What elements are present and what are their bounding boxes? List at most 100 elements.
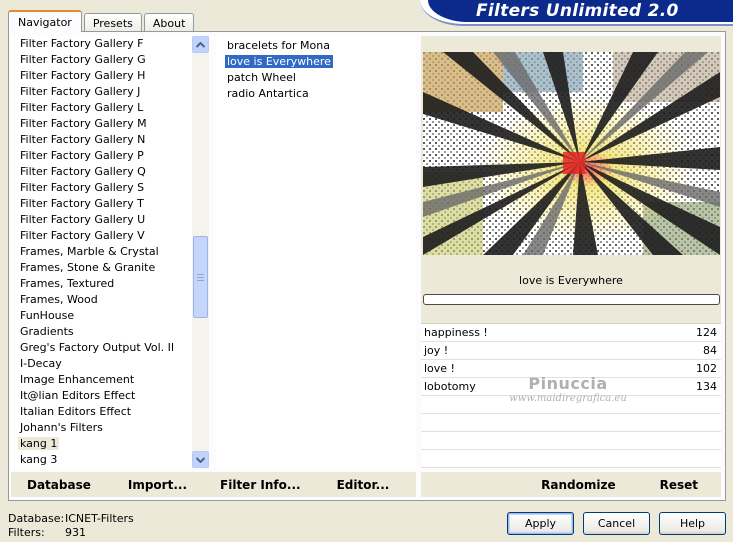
category-item-label: Filter Factory Gallery P [20,149,144,162]
category-scrollbar[interactable] [192,36,209,468]
category-item-label: Gradients [20,325,74,338]
category-item-label: Johann's Filters [20,421,103,434]
category-item[interactable]: Frames, Textured [11,276,209,292]
category-item-label: Frames, Marble & Crystal [20,245,159,258]
category-item[interactable]: Filter Factory Gallery H [11,68,209,84]
category-item[interactable]: Italian Editors Effect [11,404,209,420]
parameter-row[interactable]: lobotomy 134 [421,378,721,396]
category-item[interactable]: It@lian Editors Effect [11,388,209,404]
category-item[interactable]: Gradients [11,324,209,340]
filter-name-label: love is Everywhere [519,274,623,287]
category-item-label: kang 3 [20,453,58,466]
app-title: Filters Unlimited 2.0 [428,0,733,22]
preview-image-graphic [423,52,720,255]
category-item[interactable]: Johann's Filters [11,420,209,436]
parameter-name: love ! [424,362,455,375]
category-item[interactable]: Filter Factory Gallery V [11,228,209,244]
right-toolbar: Randomize Reset [421,472,721,497]
preview-image [423,52,720,255]
category-item[interactable]: Frames, Marble & Crystal [11,244,209,260]
category-item-label: Frames, Wood [20,293,98,306]
database-value: ICNET-Filters [65,512,134,525]
category-item[interactable]: Filter Factory Gallery U [11,212,209,228]
category-item[interactable]: Filter Factory Gallery J [11,84,209,100]
filter-item[interactable]: love is Everywhere [216,54,416,70]
category-item-label: Filter Factory Gallery U [20,213,146,226]
category-item-label: It@lian Editors Effect [20,389,136,402]
database-button[interactable]: Database [27,478,91,492]
category-item[interactable]: Filter Factory Gallery P [11,148,209,164]
category-item-label: Filter Factory Gallery H [20,69,146,82]
scroll-thumb[interactable] [193,236,208,318]
category-item-label: kang 1 [18,437,60,450]
category-item-label: Greg's Factory Output Vol. II [20,341,175,354]
filter-item-label: radio Antartica [227,87,309,100]
filter-info-button[interactable]: Filter Info... [220,478,301,492]
category-item-label: Italian Editors Effect [20,405,132,418]
chevron-down-icon [196,456,205,463]
parameter-row[interactable]: love ! 102 [421,360,721,378]
category-item[interactable]: Filter Factory Gallery S [11,180,209,196]
category-item[interactable]: Filter Factory Gallery N [11,132,209,148]
category-item[interactable]: Filter Factory Gallery M [11,116,209,132]
filter-item[interactable]: patch Wheel [216,70,416,86]
category-item-label: Frames, Stone & Granite [20,261,156,274]
database-label: Database: [8,512,65,525]
parameter-row-empty [421,432,721,450]
category-item[interactable]: Filter Factory Gallery T [11,196,209,212]
scroll-down-button[interactable] [192,451,209,468]
filters-count: 931 [65,526,86,539]
category-item[interactable]: Frames, Wood [11,292,209,308]
category-item-label: Filter Factory Gallery J [20,85,141,98]
tab-presets[interactable]: Presets [83,13,142,32]
category-item-label: Frames, Textured [20,277,115,290]
category-item[interactable]: kang 3 [11,452,209,468]
database-info: Database: ICNET-Filters Filters: 931 [8,512,134,540]
category-item[interactable]: Frames, Stone & Granite [11,260,209,276]
apply-button[interactable]: Apply [507,512,574,535]
randomize-button[interactable]: Randomize [541,478,615,492]
parameter-items: happiness ! 124 joy ! 84 love ! 102 lobotomy 13… [421,324,721,396]
parameter-value: 102 [696,362,717,375]
filter-item[interactable]: radio Antartica [216,86,416,102]
category-item[interactable]: Filter Factory Gallery L [11,100,209,116]
cancel-button[interactable]: Cancel [583,512,650,535]
parameter-list: happiness ! 124 joy ! 84 love ! 102 lobotomy 13… [421,323,721,468]
category-item-label: Filter Factory Gallery T [20,197,144,210]
filter-item-label: patch Wheel [227,71,296,84]
filter-item[interactable]: bracelets for Mona [216,38,416,54]
scroll-up-button[interactable] [192,36,209,53]
category-item-label: Filter Factory Gallery N [20,133,146,146]
category-item[interactable]: FunHouse [11,308,209,324]
category-item-label: Filter Factory Gallery G [20,53,146,66]
parameter-name: happiness ! [424,326,488,339]
help-button[interactable]: Help [659,512,726,535]
category-item[interactable]: Filter Factory Gallery Q [11,164,209,180]
reset-button[interactable]: Reset [660,478,698,492]
category-item[interactable]: I-Decay [11,356,209,372]
parameter-value: 84 [703,344,717,357]
category-list[interactable]: Filter Factory Gallery F Filter Factory G… [11,36,209,468]
category-item-label: Filter Factory Gallery S [20,181,145,194]
category-item-label: FunHouse [20,309,75,322]
category-item-label: Filter Factory Gallery V [20,229,145,242]
category-item[interactable]: Greg's Factory Output Vol. II [11,340,209,356]
tab-bar: Navigator Presets About [8,10,196,32]
filter-list[interactable]: bracelets for Mona love is Everywhere patc… [216,36,416,468]
parameter-row[interactable]: happiness ! 124 [421,324,721,342]
category-item[interactable]: Filter Factory Gallery G [11,52,209,68]
parameter-value: 124 [696,326,717,339]
parameter-row[interactable]: joy ! 84 [421,342,721,360]
parameter-row-empty [421,396,721,414]
category-item[interactable]: kang 1 [11,436,209,452]
tab-navigator[interactable]: Navigator [8,10,82,32]
category-item-label: Filter Factory Gallery M [20,117,147,130]
chevron-up-icon [196,41,205,48]
grip-icon [197,273,204,281]
editor-button[interactable]: Editor... [337,478,390,492]
import-button[interactable]: Import... [128,478,187,492]
category-item[interactable]: Image Enhancement [11,372,209,388]
category-item[interactable]: Filter Factory Gallery F [11,36,209,52]
tab-about[interactable]: About [143,13,195,32]
parameter-name: lobotomy [424,380,476,393]
